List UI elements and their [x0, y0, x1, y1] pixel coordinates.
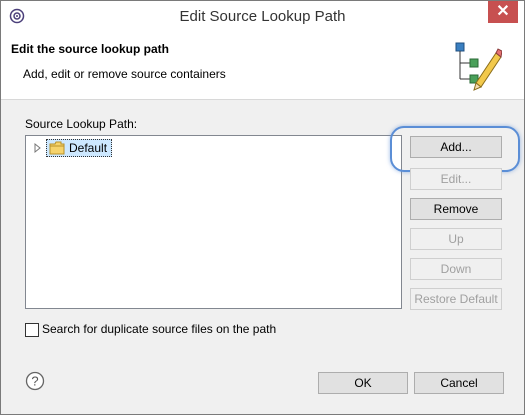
- close-icon: ✕: [496, 3, 510, 20]
- title-bar[interactable]: Edit Source Lookup Path ✕: [1, 1, 524, 31]
- source-lookup-path-label: Source Lookup Path:: [25, 117, 138, 131]
- header-banner: Edit the source lookup path Add, edit or…: [1, 31, 524, 100]
- banner-title: Edit the source lookup path: [11, 42, 170, 56]
- cancel-button[interactable]: Cancel: [414, 372, 504, 394]
- edit-button[interactable]: Edit...: [410, 168, 502, 190]
- down-button[interactable]: Down: [410, 258, 502, 280]
- help-glyph: ?: [31, 374, 38, 389]
- tree-item-label: Default: [69, 141, 108, 155]
- remove-button[interactable]: Remove: [410, 198, 502, 220]
- tree-item-default[interactable]: Default: [34, 139, 113, 157]
- ok-button[interactable]: OK: [318, 372, 408, 394]
- banner-subtitle: Add, edit or remove source containers: [23, 67, 226, 81]
- dialog-window: Edit Source Lookup Path ✕ Edit the sourc…: [0, 0, 525, 415]
- folder-icon: [49, 141, 65, 155]
- expand-arrow-icon[interactable]: [34, 142, 42, 154]
- source-path-wizard-icon: [455, 42, 502, 91]
- help-icon[interactable]: ?: [25, 371, 45, 391]
- duplicates-checkbox-label[interactable]: Search for duplicate source files on the…: [42, 322, 276, 336]
- up-button[interactable]: Up: [410, 228, 502, 250]
- list-item[interactable]: Default: [46, 139, 113, 157]
- source-lookup-path-list[interactable]: Default: [25, 135, 402, 309]
- duplicates-checkbox[interactable]: [25, 323, 39, 337]
- restore-default-button[interactable]: Restore Default: [410, 288, 502, 310]
- window-title: Edit Source Lookup Path: [179, 8, 346, 25]
- add-button[interactable]: Add...: [410, 136, 502, 158]
- close-button[interactable]: ✕: [488, 1, 518, 23]
